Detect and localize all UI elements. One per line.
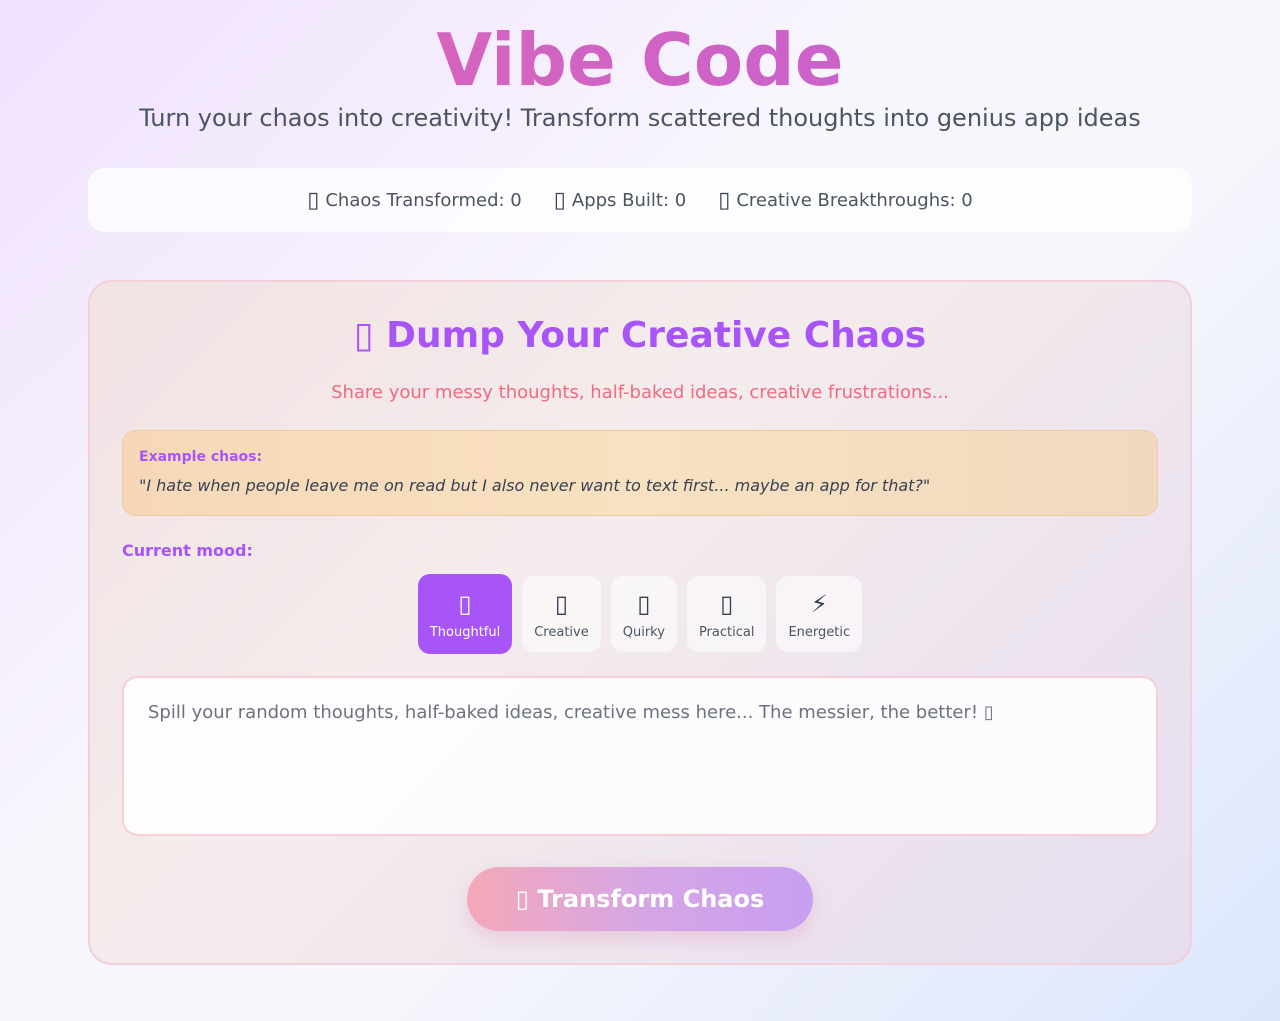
stat-label: Apps Built: 0 [571, 189, 687, 211]
thoughtful-icon: ▯ [458, 589, 472, 618]
mood-practical-button[interactable]: ▯ Practical [686, 576, 767, 652]
mood-label-text: Energetic [788, 624, 851, 640]
stats-bar: ▯ Chaos Transformed: 0 ▯ Apps Built: 0 ▯… [88, 168, 1192, 232]
quirky-icon: ▯ [637, 589, 651, 618]
card-subtitle: Share your messy thoughts, half-baked id… [331, 382, 949, 403]
app-title: Vibe Code [0, 18, 1280, 102]
mood-label-text: Quirky [622, 624, 665, 640]
stat-label: Chaos Transformed: 0 [325, 189, 522, 211]
practical-icon: ▯ [720, 589, 734, 618]
mood-selector: ▯ Thoughtful ▯ Creative ▯ Quirky ▯ Pract… [90, 574, 1190, 654]
mood-creative-button[interactable]: ▯ Creative [522, 576, 601, 652]
mood-label-text: Thoughtful [429, 624, 501, 640]
chaos-input[interactable] [122, 676, 1158, 836]
stat-label: Creative Breakthroughs: 0 [736, 189, 973, 211]
transform-chaos-button[interactable]: ▯ Transform Chaos [467, 867, 813, 931]
creative-icon: ▯ [554, 589, 569, 618]
chaos-icon: ▯ [307, 187, 320, 213]
example-text: "I hate when people leave me on read but… [139, 476, 931, 495]
stat-creative-breakthroughs: ▯ Creative Breakthroughs: 0 [718, 188, 973, 213]
lightning-icon: ⚡ [810, 589, 828, 618]
breakthrough-icon: ▯ [718, 187, 731, 213]
mood-thoughtful-button[interactable]: ▯ Thoughtful [417, 574, 513, 654]
mood-label-text: Practical [698, 624, 755, 640]
mood-quirky-button[interactable]: ▯ Quirky [610, 576, 677, 652]
apps-icon: ▯ [553, 187, 566, 213]
chaos-card: ▯ Dump Your Creative Chaos Share your me… [88, 280, 1192, 965]
stat-chaos-transformed: ▯ Chaos Transformed: 0 [307, 188, 522, 213]
mood-label-text: Creative [534, 624, 589, 640]
mood-label: Current mood: [122, 541, 253, 560]
example-label: Example chaos: [139, 449, 263, 465]
example-box: Example chaos: "I hate when people leave… [122, 430, 1158, 516]
mood-energetic-button[interactable]: ⚡ Energetic [776, 576, 863, 652]
card-title: ▯ Dump Your Creative Chaos [353, 315, 927, 356]
app-subtitle: Turn your chaos into creativity! Transfo… [139, 104, 1141, 132]
stat-apps-built: ▯ Apps Built: 0 [554, 188, 686, 213]
